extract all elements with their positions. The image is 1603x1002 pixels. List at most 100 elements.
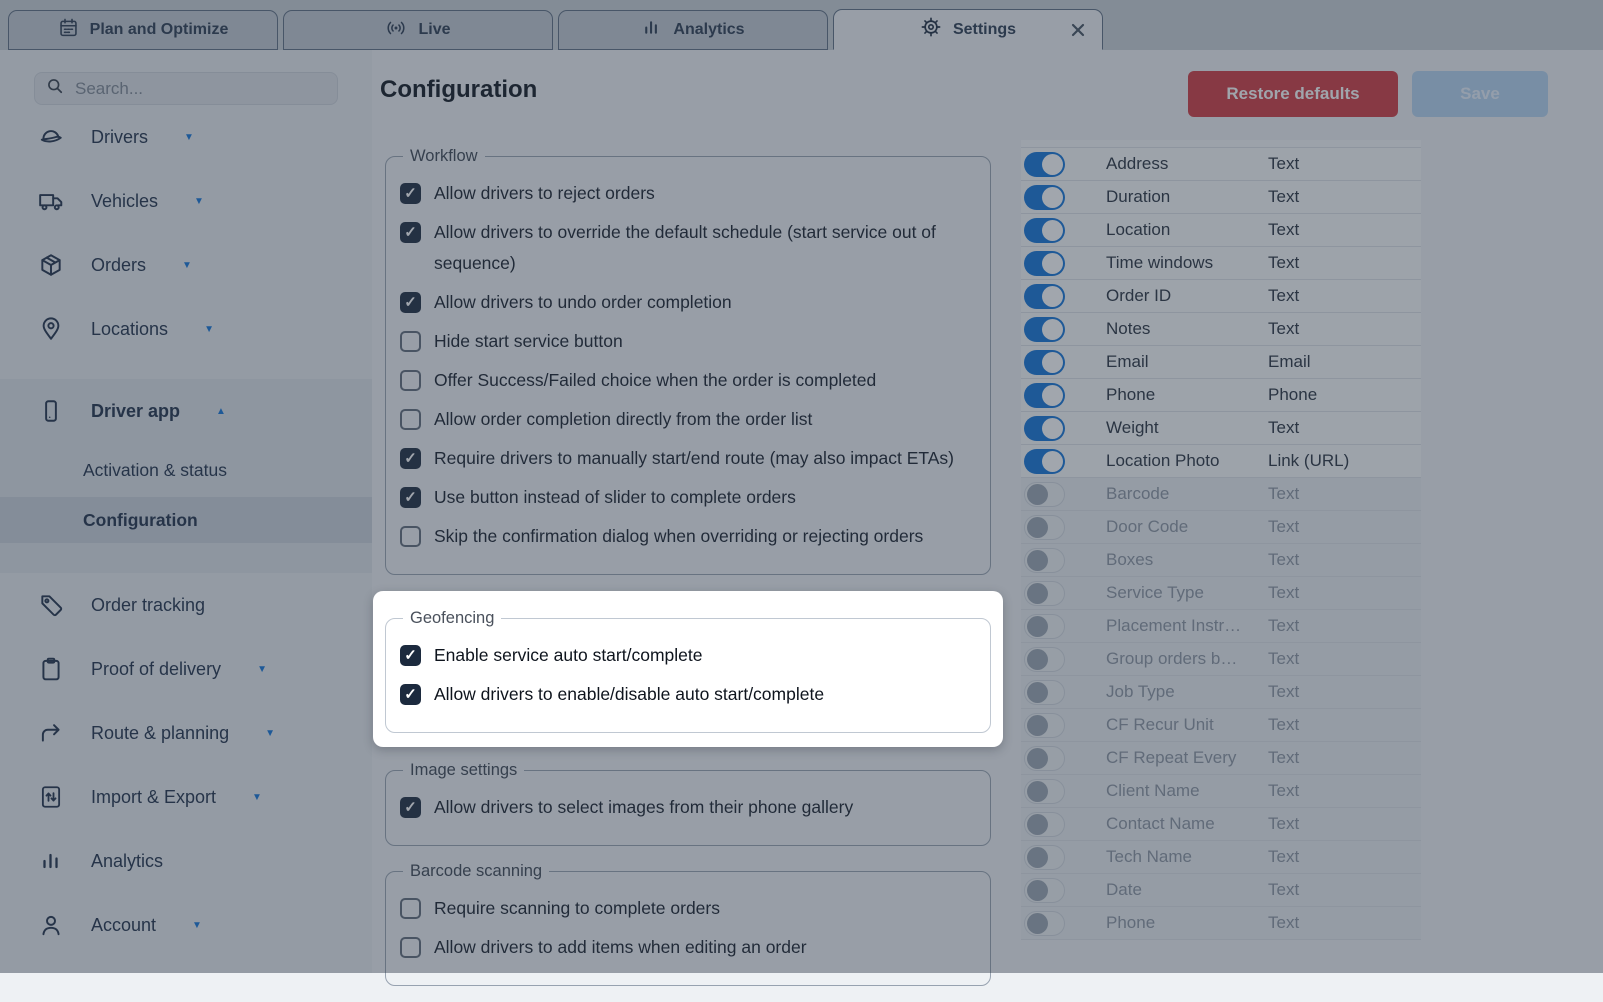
field-toggle[interactable] xyxy=(1024,350,1065,375)
calendar-icon xyxy=(58,17,79,43)
checkbox-option[interactable]: Allow drivers to select images from thei… xyxy=(400,792,976,823)
import-export-icon xyxy=(38,784,64,810)
field-toggle[interactable] xyxy=(1024,779,1065,804)
field-type: Text xyxy=(1268,649,1299,669)
checkbox[interactable] xyxy=(400,487,421,508)
checkbox-option[interactable]: Require scanning to complete orders xyxy=(400,893,976,924)
checkbox[interactable] xyxy=(400,526,421,547)
field-name: CF Repeat Every xyxy=(1106,748,1268,768)
sidebar-item-orders[interactable]: Orders xyxy=(0,233,372,297)
field-toggle[interactable] xyxy=(1024,581,1065,606)
checkbox[interactable] xyxy=(400,448,421,469)
checkbox-option[interactable]: Allow drivers to undo order completion xyxy=(400,287,976,318)
field-toggle[interactable] xyxy=(1024,548,1065,573)
checkbox[interactable] xyxy=(400,937,421,958)
field-type: Text xyxy=(1268,550,1299,570)
sidebar-item-import-export[interactable]: Import & Export xyxy=(0,765,372,829)
checkbox[interactable] xyxy=(400,292,421,313)
checkbox-option[interactable]: Offer Success/Failed choice when the ord… xyxy=(400,365,976,396)
checkbox[interactable] xyxy=(400,370,421,391)
sidebar-item-vehicles[interactable]: Vehicles xyxy=(0,169,372,233)
tab-plan-and-optimize[interactable]: Plan and Optimize xyxy=(8,10,278,50)
search-input[interactable] xyxy=(73,78,327,100)
field-toggle[interactable] xyxy=(1024,845,1065,870)
field-toggle[interactable] xyxy=(1024,746,1065,771)
tab-settings[interactable]: Settings xyxy=(833,9,1103,50)
field-toggle[interactable] xyxy=(1024,680,1065,705)
field-type: Text xyxy=(1268,286,1299,306)
checkbox[interactable] xyxy=(400,645,421,666)
save-button[interactable]: Save xyxy=(1412,71,1548,117)
checkbox-option[interactable]: Use button instead of slider to complete… xyxy=(400,482,976,513)
field-name: Boxes xyxy=(1106,550,1268,570)
sidebar-item-label: Driver app xyxy=(91,401,180,422)
route-arrow-icon xyxy=(38,720,64,746)
field-toggle[interactable] xyxy=(1024,185,1065,210)
field-toggle[interactable] xyxy=(1024,383,1065,408)
checkbox-option[interactable]: Hide start service button xyxy=(400,326,976,357)
field-toggle[interactable] xyxy=(1024,878,1065,903)
field-toggle[interactable] xyxy=(1024,647,1065,672)
close-tab-icon[interactable] xyxy=(1070,22,1086,43)
field-toggle[interactable] xyxy=(1024,218,1065,243)
sidebar-item-driver-app[interactable]: Driver app xyxy=(0,379,372,443)
tab-live[interactable]: Live xyxy=(283,10,553,50)
checkbox-option[interactable]: Allow drivers to reject orders xyxy=(400,178,976,209)
field-toggle[interactable] xyxy=(1024,515,1065,540)
section-legend: Image settings xyxy=(403,761,524,780)
workflow-section: Workflow Allow drivers to reject orders … xyxy=(385,147,991,575)
sidebar-item-drivers[interactable]: Drivers xyxy=(0,105,372,169)
checkbox-option[interactable]: Skip the confirmation dialog when overri… xyxy=(400,521,976,552)
sidebar-search[interactable] xyxy=(34,72,338,105)
field-row: Date Text xyxy=(1021,874,1421,907)
field-toggle[interactable] xyxy=(1024,614,1065,639)
field-row: Location Text xyxy=(1021,214,1421,247)
sidebar-item-label: Drivers xyxy=(91,127,148,148)
checkbox-option[interactable]: Allow drivers to enable/disable auto sta… xyxy=(400,679,976,710)
checkbox[interactable] xyxy=(400,183,421,204)
search-icon xyxy=(45,76,65,101)
sidebar-item-proof-of-delivery[interactable]: Proof of delivery xyxy=(0,637,372,701)
field-type: Text xyxy=(1268,715,1299,735)
checkbox-option[interactable]: Allow drivers to add items when editing … xyxy=(400,932,976,963)
sidebar-item-analytics[interactable]: Analytics xyxy=(0,829,372,893)
field-row: Duration Text xyxy=(1021,181,1421,214)
checkbox-option[interactable]: Enable service auto start/complete xyxy=(400,640,976,671)
checkbox[interactable] xyxy=(400,331,421,352)
field-toggle[interactable] xyxy=(1024,812,1065,837)
chevron-down-icon xyxy=(192,920,202,931)
field-row: CF Repeat Every Text xyxy=(1021,742,1421,775)
sidebar-item-route-planning[interactable]: Route & planning xyxy=(0,701,372,765)
checkbox-option[interactable]: Allow order completion directly from the… xyxy=(400,404,976,435)
sidebar-subitem-configuration[interactable]: Configuration xyxy=(0,497,372,543)
field-toggle[interactable] xyxy=(1024,284,1065,309)
checkbox-option[interactable]: Allow drivers to override the default sc… xyxy=(400,217,976,279)
sidebar-item-locations[interactable]: Locations xyxy=(0,297,372,361)
field-toggle[interactable] xyxy=(1024,449,1065,474)
sidebar-item-account[interactable]: Account xyxy=(0,893,372,957)
checkbox[interactable] xyxy=(400,898,421,919)
field-toggle[interactable] xyxy=(1024,152,1065,177)
field-toggle[interactable] xyxy=(1024,251,1065,276)
field-toggle[interactable] xyxy=(1024,911,1065,936)
field-row: Address Text xyxy=(1021,148,1421,181)
tab-analytics[interactable]: Analytics xyxy=(558,10,828,50)
page-title: Configuration xyxy=(380,76,537,104)
checkbox-option[interactable]: Require drivers to manually start/end ro… xyxy=(400,443,976,474)
sidebar-item-order-tracking[interactable]: Order tracking xyxy=(0,573,372,637)
field-toggle[interactable] xyxy=(1024,482,1065,507)
field-type: Text xyxy=(1268,154,1299,174)
chevron-down-icon xyxy=(204,324,214,335)
field-toggle[interactable] xyxy=(1024,416,1065,441)
field-row: Tech Name Text xyxy=(1021,841,1421,874)
field-toggle[interactable] xyxy=(1024,317,1065,342)
field-type: Text xyxy=(1268,220,1299,240)
checkbox-label: Use button instead of slider to complete… xyxy=(434,482,796,513)
checkbox[interactable] xyxy=(400,222,421,243)
restore-defaults-button[interactable]: Restore defaults xyxy=(1188,71,1398,117)
checkbox[interactable] xyxy=(400,797,421,818)
checkbox[interactable] xyxy=(400,684,421,705)
field-toggle[interactable] xyxy=(1024,713,1065,738)
sidebar-subitem-activation-status[interactable]: Activation & status xyxy=(0,443,372,497)
checkbox[interactable] xyxy=(400,409,421,430)
